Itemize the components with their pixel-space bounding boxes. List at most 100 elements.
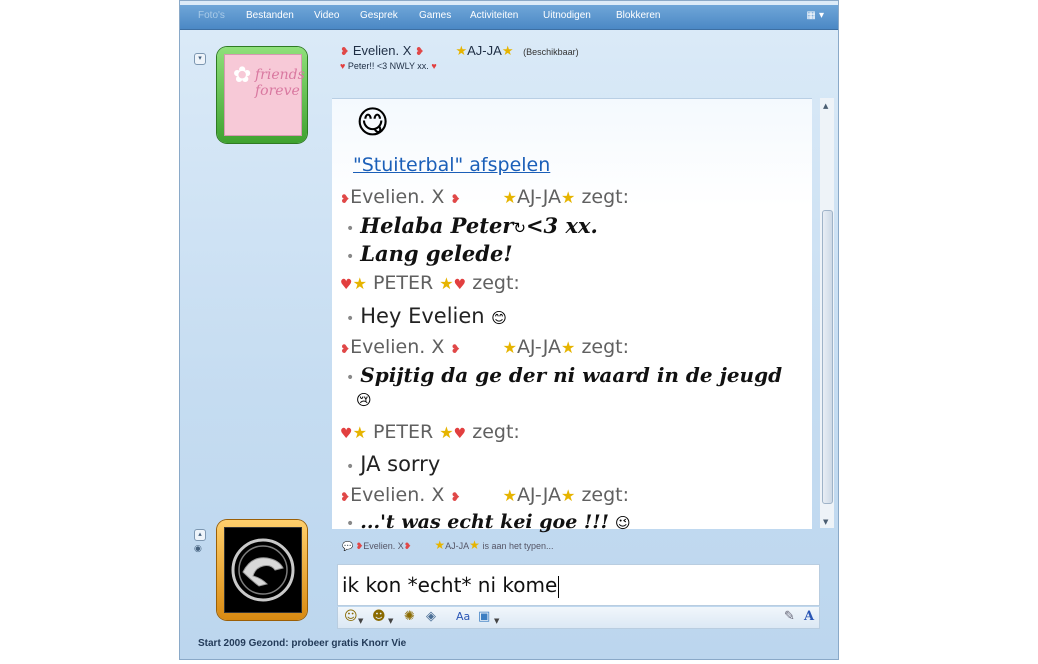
lips-icon: ❥ xyxy=(340,46,350,58)
zegt-label: zegt: xyxy=(472,421,520,443)
sender-name: PETER xyxy=(372,272,434,294)
star-icon: ★ xyxy=(469,538,480,552)
sender-line: ❥Evelien. X ❥ ★AJ-JA★ zegt: xyxy=(340,336,629,358)
message-input[interactable]: ik kon *echt* ni kome xyxy=(337,564,820,606)
sender-name-2: AJ-JA xyxy=(516,484,562,506)
message-text: ...'t was echt kei goe !!! xyxy=(360,511,609,533)
play-stuiterbal-link[interactable]: "Stuiterbal" afspelen xyxy=(353,154,550,176)
input-toolbar: ☺ ▼ ☻ ▼ ✺ ◈ Aa ▣ ▼ ✎ A xyxy=(337,607,820,629)
star-icon: ★ xyxy=(455,43,468,58)
text-caret xyxy=(558,575,560,598)
scroll-up-icon[interactable]: ▲ xyxy=(823,102,828,110)
avatar-decoration: friends foreve xyxy=(255,67,305,99)
message-text: Helaba Peter xyxy=(360,213,514,238)
menu-bestanden[interactable]: Bestanden xyxy=(246,10,294,21)
scroll-thumb[interactable] xyxy=(822,210,833,504)
heart-icon: ♥ xyxy=(453,277,467,293)
smiley-icon: 😊 xyxy=(491,309,507,327)
menu-uitnodigen[interactable]: Uitnodigen xyxy=(543,10,591,21)
chat-message: • Hey Evelien 😊 xyxy=(346,304,507,328)
own-avatar-image xyxy=(224,527,302,613)
chevron-down-icon[interactable]: ▼ xyxy=(358,614,363,628)
wink-smiley-icon: 😉 xyxy=(614,514,631,532)
message-input-value: ik kon *echt* ni kome xyxy=(342,573,558,597)
menu-games[interactable]: Games xyxy=(419,10,451,21)
menu-activiteiten[interactable]: Activiteiten xyxy=(470,10,518,21)
heart-icon: ♥ xyxy=(453,426,467,442)
footer-ad[interactable]: Start 2009 Gezond: probeer gratis Knorr … xyxy=(198,638,406,649)
lips-icon: ❥ xyxy=(415,46,425,58)
emoticon-icon[interactable]: ☺ xyxy=(344,610,358,624)
menu-blokkeren[interactable]: Blokkeren xyxy=(616,10,660,21)
background-icon[interactable]: ▣ xyxy=(478,610,490,624)
typing-text: is aan het typen... xyxy=(482,541,554,551)
message-text: Hey Evelien xyxy=(360,304,485,328)
star-icon: ★ xyxy=(352,423,367,442)
zegt-label: zegt: xyxy=(581,484,630,506)
sender-name: PETER xyxy=(372,421,434,443)
typing-name-left: Evelien. X xyxy=(363,541,404,551)
swirl-icon: ↻ xyxy=(513,219,526,237)
contact-status: (Beschikbaar) xyxy=(523,47,579,57)
chevron-down-icon[interactable]: ▼ xyxy=(494,614,499,628)
sender-name-2: AJ-JA xyxy=(516,186,562,208)
lips-icon: ❥ xyxy=(340,342,351,356)
sender-name: Evelien. X xyxy=(350,484,445,506)
menu-gesprek[interactable]: Gesprek xyxy=(360,10,398,21)
chat-message: • JA sorry xyxy=(346,452,440,476)
star-icon: ★ xyxy=(352,274,367,293)
panther-logo-icon xyxy=(231,538,295,602)
star-icon: ★ xyxy=(434,538,446,552)
sender-name: Evelien. X xyxy=(350,186,445,208)
contact-avatar-image: ✿ friends foreve xyxy=(224,54,305,136)
sender-name-2: AJ-JA xyxy=(516,336,562,358)
zegt-label: zegt: xyxy=(581,186,630,208)
typing-indicator: 💬 ❥Evelien. X❥ ★AJ-JA★ is aan het typen.… xyxy=(342,538,554,552)
star-icon: ★ xyxy=(561,338,576,357)
conversation-scrollbar[interactable]: ▲ ▼ xyxy=(820,98,834,528)
sender-line: ❥Evelien. X ❥ ★AJ-JA★ zegt: xyxy=(340,484,629,506)
menu-video[interactable]: Video xyxy=(314,10,339,21)
chat-message: • Spijtig da ge der ni waard in de jeugd xyxy=(346,363,782,387)
bullet: • xyxy=(346,370,355,386)
contact-name-right: AJ-JA xyxy=(467,43,502,58)
bullet: • xyxy=(346,459,355,475)
chevron-down-icon[interactable]: ▼ xyxy=(388,614,393,628)
nudge-icon[interactable]: ✺ xyxy=(404,610,415,624)
heart-icon: ♥ xyxy=(340,277,353,293)
wink-smiley-icon: 😋 xyxy=(356,103,390,141)
font-icon[interactable]: A xyxy=(804,610,814,624)
bullet: • xyxy=(346,311,355,327)
star-icon: ★ xyxy=(502,486,517,505)
contact-name-left: Evelien. X xyxy=(352,43,412,58)
sender-line: ♥★ PETER ★♥ zegt: xyxy=(340,421,520,443)
menu-fotos[interactable]: Foto's xyxy=(198,10,225,21)
lips-icon: ❥ xyxy=(340,490,351,504)
lips-icon: ❥ xyxy=(450,490,461,504)
collapse-own-icon[interactable]: ▴ xyxy=(194,529,206,541)
webcam-icon[interactable]: ◉ xyxy=(194,544,202,554)
message-text: Spijtig da ge der ni waard in de jeugd xyxy=(360,363,783,387)
spellcheck-icon[interactable]: Aa xyxy=(456,610,470,624)
bullet: • xyxy=(346,249,355,265)
lips-icon: ❥ xyxy=(403,541,412,551)
flower-icon: ✿ xyxy=(233,63,252,88)
messenger-window: Foto's Bestanden Video Gesprek Games Act… xyxy=(179,0,839,660)
typing-name-right: AJ-JA xyxy=(445,541,470,551)
own-avatar[interactable] xyxy=(217,520,307,620)
star-icon: ★ xyxy=(502,338,517,357)
contact-avatar[interactable]: ✿ friends foreve xyxy=(217,47,307,143)
handwriting-icon[interactable]: ✎ xyxy=(784,610,795,624)
personal-message: Peter!! <3 NWLY xx. xyxy=(347,61,429,71)
scroll-down-icon[interactable]: ▼ xyxy=(823,518,828,526)
lips-icon: ❥ xyxy=(450,342,461,356)
star-icon: ★ xyxy=(561,188,576,207)
collapse-contact-icon[interactable]: ▾ xyxy=(194,53,206,65)
tools-menu-icon[interactable]: ▦ ▾ xyxy=(806,10,824,21)
star-icon: ★ xyxy=(439,423,454,442)
sad-smiley-icon: 😢 xyxy=(356,391,372,409)
star-icon: ★ xyxy=(501,43,514,58)
star-icon: ★ xyxy=(439,274,454,293)
wink-icon[interactable]: ☻ xyxy=(372,610,386,624)
voice-clip-icon[interactable]: ◈ xyxy=(426,610,436,624)
